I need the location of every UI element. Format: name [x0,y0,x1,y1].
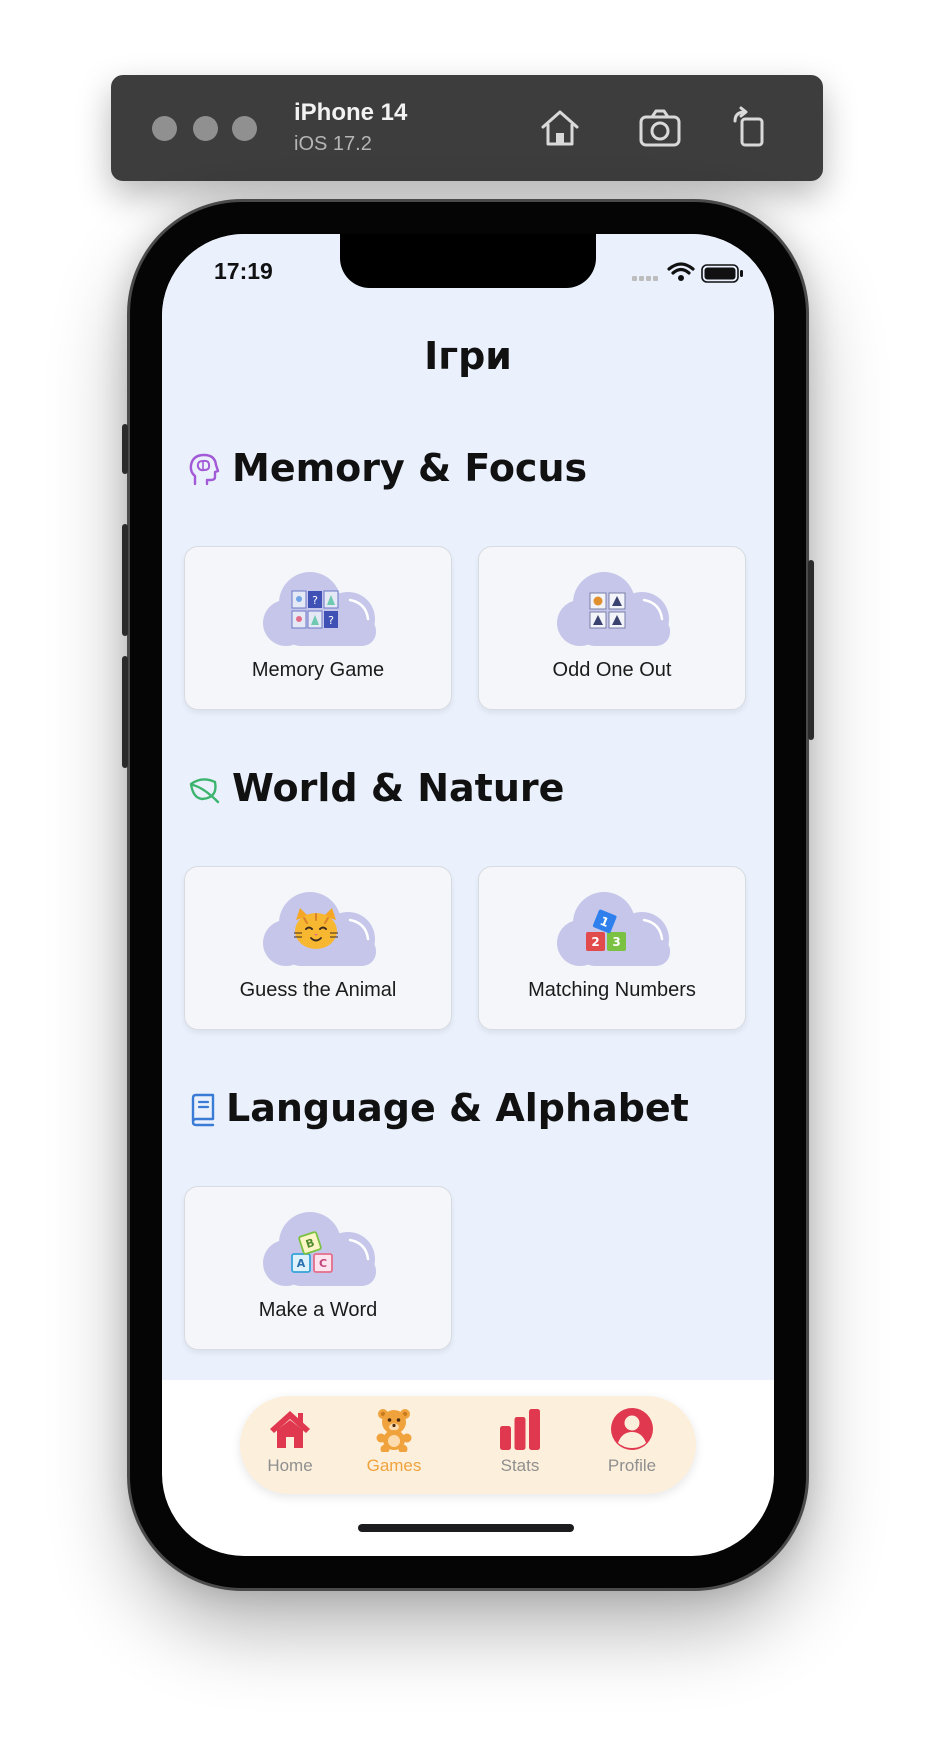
screenshot-icon[interactable] [637,105,683,151]
volume-up-button [122,524,128,636]
tab-stats[interactable]: Stats [470,1406,570,1488]
window-minimize-dot[interactable] [193,116,218,141]
game-card-label: Make a Word [258,1299,378,1321]
svg-text:A: A [297,1257,306,1270]
bar-chart-icon [500,1409,540,1450]
svg-text:C: C [319,1257,327,1270]
section-language-alphabet: Language & Alphabet [188,1082,689,1142]
section-memory-focus: Memory & Focus [188,442,588,502]
leaf-icon [189,778,220,804]
mute-switch [122,424,128,474]
section-title: Memory & Focus [232,446,588,490]
number-blocks-icon: 2 3 1 [557,892,670,966]
game-card-make-a-word[interactable]: A C B Make a Word [184,1186,452,1350]
book-icon [191,1093,215,1127]
cat-face-icon [263,892,376,966]
power-button [808,560,814,740]
svg-text:?: ? [312,594,318,607]
section-world-nature: World & Nature [188,762,588,822]
volume-down-button [122,656,128,768]
section-title: World & Nature [232,766,565,810]
game-card-label: Memory Game [251,659,385,681]
phone-frame: 17:19 Ігри Memory & Focus ? ? Memory Gam… [122,202,814,1588]
rotate-icon[interactable] [727,105,773,151]
svg-text:2: 2 [591,935,599,949]
game-card-odd-one-out[interactable]: Odd One Out [478,546,746,710]
home-icon[interactable] [537,105,583,151]
odd-one-out-icon [557,572,670,646]
house-icon [270,1411,310,1448]
brain-head-icon [189,453,220,486]
cellular-signal-icon [632,276,658,281]
tab-profile[interactable]: Profile [582,1406,682,1488]
svg-text:?: ? [328,614,334,627]
window-zoom-dot[interactable] [232,116,257,141]
window-close-dot[interactable] [152,116,177,141]
tab-home[interactable]: Home [240,1406,340,1488]
letter-blocks-icon: A C B [263,1212,376,1286]
game-card-label: Guess the Animal [239,979,397,1001]
tab-bar: Home Games Stats Profile [240,1396,696,1494]
device-name: iPhone 14 [294,99,408,126]
page-title: Ігри [424,334,512,378]
simulator-toolbar: iPhone 14 iOS 17.2 [111,75,823,181]
tab-label: Home [267,1456,313,1475]
game-card-memory-game[interactable]: ? ? Memory Game [184,546,452,710]
battery-icon [701,264,743,283]
os-version: iOS 17.2 [294,133,372,155]
game-card-label: Matching Numbers [528,979,696,1001]
section-title: Language & Alphabet [226,1086,689,1130]
tab-label: Stats [500,1456,540,1475]
game-card-label: Odd One Out [552,659,672,681]
person-circle-icon [611,1408,653,1450]
tab-label: Games [366,1456,422,1475]
status-indicators [632,262,743,283]
teddy-bear-icon [376,1409,412,1452]
wifi-icon [667,262,695,275]
tab-games[interactable]: Games [344,1406,444,1488]
game-card-guess-the-animal[interactable]: Guess the Animal [184,866,452,1030]
phone-screen: 17:19 Ігри Memory & Focus ? ? Memory Gam… [162,234,774,1556]
tab-label: Profile [607,1456,657,1475]
home-indicator[interactable] [358,1524,574,1532]
game-card-matching-numbers[interactable]: 2 3 1 Matching Numbers [478,866,746,1030]
status-time: 17:19 [214,258,273,284]
games-content: 17:19 Ігри Memory & Focus ? ? Memory Gam… [162,234,774,1380]
memory-cards-icon: ? ? [263,572,376,646]
notch [340,234,596,288]
svg-text:3: 3 [612,935,620,949]
